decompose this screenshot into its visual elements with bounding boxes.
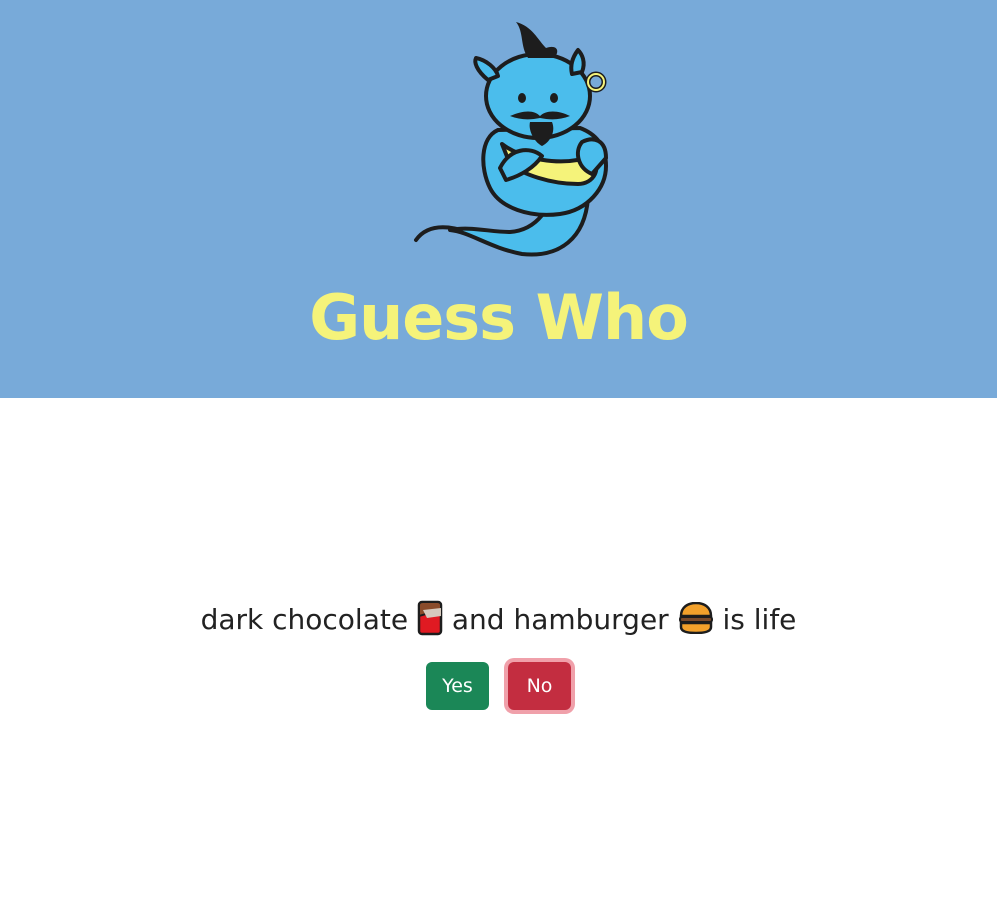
hamburger-icon (678, 602, 713, 634)
app-title: Guess Who (309, 281, 689, 354)
no-button[interactable]: No (508, 662, 571, 710)
question-text-part-2: and hamburger (451, 603, 669, 636)
chocolate-bar-icon (417, 600, 443, 636)
app-header: Guess Who (0, 0, 997, 398)
yes-button[interactable]: Yes (426, 662, 489, 710)
question-text: dark chocolate and hamburger is life (0, 596, 997, 644)
question-text-part-1: dark chocolate (200, 603, 409, 636)
question-text-part-3: is life (722, 603, 797, 636)
answer-buttons: Yes No (0, 662, 997, 710)
genie-icon (414, 22, 609, 257)
